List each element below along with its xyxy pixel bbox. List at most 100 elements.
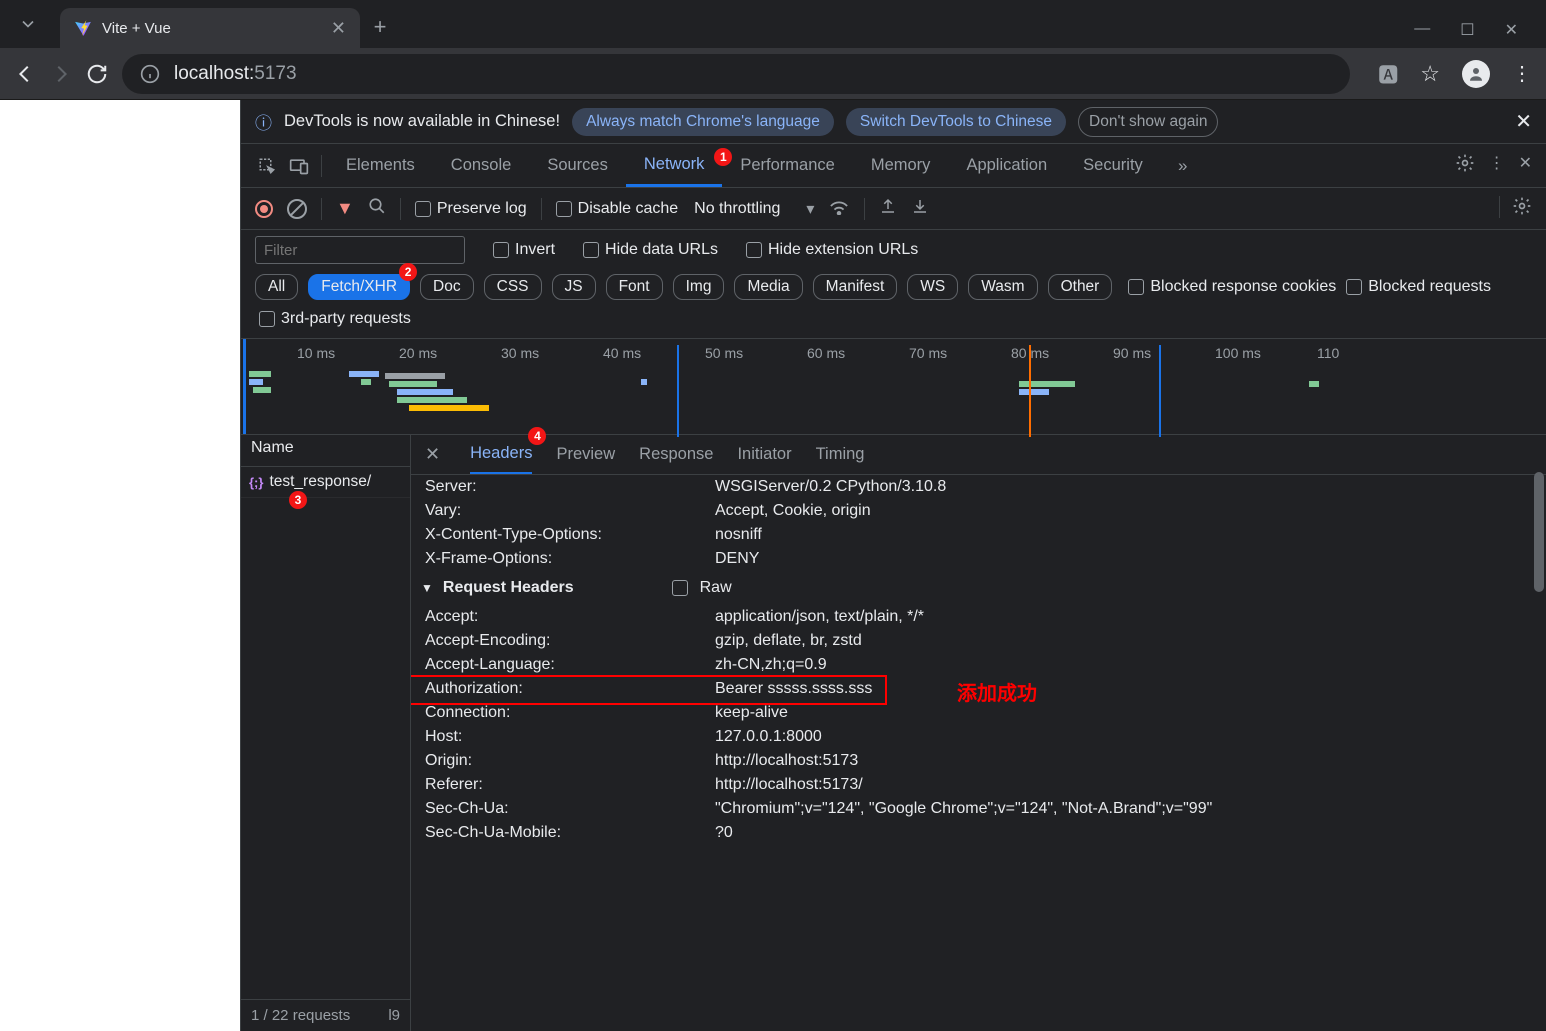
header-row: Host:127.0.0.1:8000	[411, 725, 1546, 749]
browser-tab[interactable]: Vite + Vue ✕	[60, 8, 360, 48]
filter-row: Invert Hide data URLs Hide extension URL…	[241, 230, 1546, 270]
request-list-footer: 1 / 22 requestsl9	[241, 999, 410, 1031]
tab-search-button[interactable]	[0, 0, 56, 48]
bookmark-icon[interactable]: ☆	[1420, 61, 1440, 87]
site-info-icon[interactable]	[140, 64, 160, 84]
maximize-icon[interactable]: ☐	[1460, 20, 1474, 40]
dont-show-again-button[interactable]: Don't show again	[1078, 107, 1218, 137]
chip-media[interactable]: Media	[734, 274, 802, 300]
detail-tab-headers[interactable]: Headers4	[470, 435, 532, 474]
third-party-checkbox[interactable]: 3rd-party requests	[259, 310, 411, 328]
chip-manifest[interactable]: Manifest	[813, 274, 898, 300]
tab-console[interactable]: Console	[433, 144, 530, 187]
filter-toggle-icon[interactable]: ▼	[336, 198, 354, 219]
annotation-badge-2: 2	[399, 263, 417, 281]
device-toggle-icon[interactable]	[283, 157, 315, 175]
tab-performance[interactable]: Performance	[722, 144, 852, 187]
detail-tab-timing[interactable]: Timing	[816, 435, 865, 474]
chip-ws[interactable]: WS	[907, 274, 958, 300]
inspect-icon[interactable]	[251, 157, 283, 175]
devtools-close-icon[interactable]: ✕	[1519, 153, 1532, 178]
settings-icon[interactable]	[1455, 153, 1475, 178]
filter-input[interactable]	[255, 236, 465, 264]
translate-icon[interactable]: 🅰	[1378, 59, 1398, 88]
tab-security[interactable]: Security	[1065, 144, 1161, 187]
close-tab-icon[interactable]: ✕	[331, 18, 346, 39]
vite-icon	[74, 19, 92, 37]
tab-application[interactable]: Application	[948, 144, 1065, 187]
request-headers-section[interactable]: ▼ Request Headers Raw	[411, 571, 1546, 605]
preserve-log-checkbox[interactable]: Preserve log	[415, 200, 527, 218]
header-row: X-Content-Type-Options:nosniff	[411, 523, 1546, 547]
chip-fetch-xhr[interactable]: Fetch/XHR2	[308, 274, 410, 300]
kebab-icon[interactable]: ⋮	[1489, 153, 1505, 178]
hide-data-urls-checkbox[interactable]: Hide data URLs	[583, 241, 718, 259]
header-row: Accept:application/json, text/plain, */*	[411, 605, 1546, 629]
throttling-select[interactable]: No throttling▾	[694, 199, 814, 219]
url-text: localhost:5173	[174, 63, 297, 85]
search-icon[interactable]	[368, 197, 386, 220]
chip-font[interactable]: Font	[606, 274, 663, 300]
page-content	[0, 100, 240, 1031]
switch-chinese-button[interactable]: Switch DevTools to Chinese	[846, 108, 1066, 136]
infobar-message: DevTools is now available in Chinese!	[284, 112, 560, 131]
address-bar: localhost:5173 🅰 ☆ ⋮	[0, 48, 1546, 100]
scrollbar[interactable]	[1534, 472, 1544, 592]
collapse-icon: ▼	[421, 581, 433, 595]
tab-network[interactable]: Network1	[626, 144, 723, 187]
forward-button[interactable]	[50, 63, 72, 85]
network-settings-icon[interactable]	[1512, 196, 1532, 221]
back-button[interactable]	[14, 63, 36, 85]
detail-tab-response[interactable]: Response	[639, 435, 713, 474]
header-row: X-Frame-Options:DENY	[411, 547, 1546, 571]
upload-har-icon[interactable]	[879, 197, 897, 220]
network-conditions-icon[interactable]	[828, 197, 850, 220]
request-name: test_response/	[269, 473, 371, 491]
chip-js[interactable]: JS	[552, 274, 596, 300]
minimize-icon[interactable]: —	[1414, 20, 1430, 40]
invert-checkbox[interactable]: Invert	[493, 241, 555, 259]
detail-tab-preview[interactable]: Preview	[556, 435, 615, 474]
raw-checkbox[interactable]: Raw	[672, 579, 732, 597]
chip-all[interactable]: All	[255, 274, 298, 300]
record-button[interactable]	[255, 200, 273, 218]
chip-img[interactable]: Img	[673, 274, 725, 300]
header-row: Origin:http://localhost:5173	[411, 749, 1546, 773]
omnibox[interactable]: localhost:5173	[122, 54, 1350, 94]
tab-memory[interactable]: Memory	[853, 144, 949, 187]
blocked-requests-checkbox[interactable]: Blocked requests	[1346, 278, 1491, 296]
annotation-badge-3: 3	[289, 491, 307, 509]
request-list-header[interactable]: Name	[241, 435, 410, 467]
tab-elements[interactable]: Elements	[328, 144, 433, 187]
detail-tab-initiator[interactable]: Initiator	[737, 435, 791, 474]
blocked-cookies-checkbox[interactable]: Blocked response cookies	[1128, 278, 1336, 296]
infobar-close-icon[interactable]: ✕	[1515, 109, 1532, 134]
kebab-menu-icon[interactable]: ⋮	[1512, 61, 1532, 86]
header-row: Sec-Ch-Ua-Mobile:?0	[411, 821, 1546, 845]
tab-sources[interactable]: Sources	[529, 144, 626, 187]
close-detail-icon[interactable]: ✕	[425, 444, 440, 465]
profile-avatar[interactable]	[1462, 60, 1490, 88]
download-har-icon[interactable]	[911, 197, 929, 220]
match-language-button[interactable]: Always match Chrome's language	[572, 108, 834, 136]
new-tab-button[interactable]: +	[360, 14, 400, 48]
more-tabs-icon[interactable]: »	[1167, 156, 1199, 176]
devtools-panel: ⓘ DevTools is now available in Chinese! …	[240, 100, 1546, 1031]
chip-doc[interactable]: Doc	[420, 274, 474, 300]
close-window-icon[interactable]: ✕	[1505, 20, 1518, 40]
network-timeline[interactable]: 10 ms 20 ms 30 ms 40 ms 50 ms 60 ms 70 m…	[241, 339, 1546, 435]
info-icon: ⓘ	[255, 109, 272, 134]
chip-other[interactable]: Other	[1048, 274, 1113, 300]
clear-button[interactable]	[287, 199, 307, 219]
browser-titlebar: Vite + Vue ✕ + — ☐ ✕	[0, 0, 1546, 48]
timeline-bars	[241, 371, 1546, 431]
header-row: Accept-Language:zh-CN,zh;q=0.9	[411, 653, 1546, 677]
reload-button[interactable]	[86, 63, 108, 85]
hide-ext-urls-checkbox[interactable]: Hide extension URLs	[746, 241, 918, 259]
request-item[interactable]: {;} test_response/ 3	[241, 467, 410, 498]
devtools-tabs: Elements Console Sources Network1 Perfor…	[241, 144, 1546, 188]
chip-wasm[interactable]: Wasm	[968, 274, 1037, 300]
disable-cache-checkbox[interactable]: Disable cache	[556, 200, 679, 218]
chip-css[interactable]: CSS	[484, 274, 542, 300]
request-detail: ✕ Headers4 Preview Response Initiator Ti…	[411, 435, 1546, 1031]
